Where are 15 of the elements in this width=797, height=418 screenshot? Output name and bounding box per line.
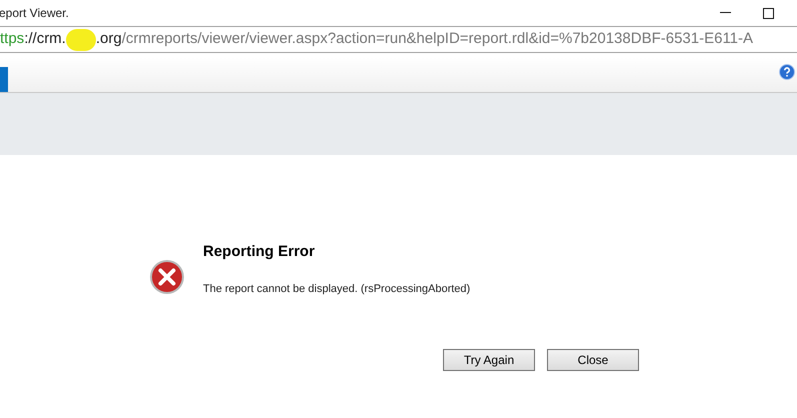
redaction-mark — [66, 28, 96, 50]
minimize-icon[interactable] — [720, 12, 731, 14]
url-text: ttps — [0, 29, 24, 50]
error-icon — [149, 259, 185, 295]
accent-block — [0, 67, 8, 92]
error-message: The report cannot be displayed. (rsProcessingAborted) — [203, 282, 470, 296]
url-text: .org — [96, 29, 122, 50]
dialog-button[interactable]: Close — [547, 349, 639, 371]
url-text: ://crm. — [24, 29, 66, 50]
url-text: /crmreports/viewer/viewer.aspx?action=run&helpID=report.rdl&id=%7b20138DBF-6531-E611-A — [122, 29, 754, 50]
help-icon[interactable] — [779, 64, 795, 80]
error-title: Reporting Error — [203, 242, 316, 262]
dialog-button[interactable]: Try Again — [443, 349, 535, 371]
maximize-icon[interactable] — [763, 8, 774, 18]
address-field[interactable]: ttps://crm. .org/crmreports/viewer/viewer.aspx?action=run&helpID=report.rdl&id=%7b20138DBF-6531-E611-A — [0, 26, 797, 53]
